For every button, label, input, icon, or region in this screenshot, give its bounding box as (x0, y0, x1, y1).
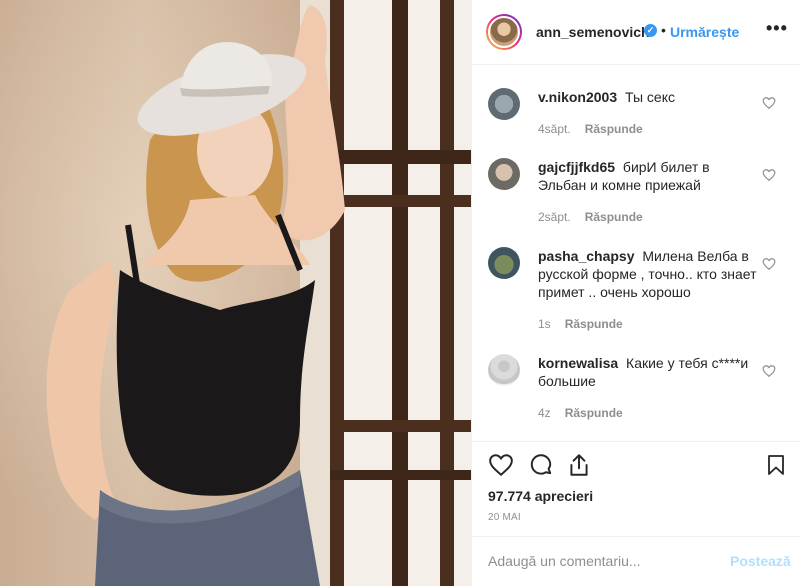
share-icon[interactable] (566, 452, 592, 478)
heart-icon[interactable] (762, 168, 776, 182)
reply-button[interactable]: Răspunde (585, 122, 643, 136)
comment-bubble-icon[interactable] (528, 452, 554, 478)
post-header: ann_semenovich ✓ • Urmărește ••• (472, 0, 800, 65)
comment-meta: 4săpt. Răspunde (538, 122, 643, 136)
post-comment-button[interactable]: Postează (730, 553, 791, 569)
reply-button[interactable]: Răspunde (565, 406, 623, 420)
commenter-avatar[interactable] (488, 354, 520, 386)
comment-text: Ты секс (625, 89, 675, 105)
post-actions: 97.774 aprecieri 20 MAI Adaugă un coment… (472, 441, 800, 586)
bookmark-icon[interactable] (764, 452, 788, 478)
comment-body: gajcfjjfkd65 бирИ билет в Эльбан и комне… (538, 158, 760, 194)
commenter-avatar[interactable] (488, 247, 520, 279)
comment-username[interactable]: gajcfjjfkd65 (538, 159, 615, 175)
follow-button[interactable]: Urmărește (670, 24, 739, 40)
comment-username[interactable]: pasha_chapsy (538, 248, 635, 264)
comment-time[interactable]: 4săpt. (538, 122, 571, 136)
post-photo[interactable] (0, 0, 471, 586)
comment-time[interactable]: 4z (538, 406, 551, 420)
commenter-avatar[interactable] (488, 88, 520, 120)
comment-meta: 2săpt. Răspunde (538, 210, 643, 224)
reply-button[interactable]: Răspunde (565, 317, 623, 331)
author-avatar[interactable] (486, 14, 522, 50)
likes-count[interactable]: 97.774 aprecieri (488, 488, 593, 504)
comment-meta: 1s Răspunde (538, 317, 623, 331)
reply-button[interactable]: Răspunde (585, 210, 643, 224)
comment-time[interactable]: 1s (538, 317, 551, 331)
comment-body: pasha_chapsy Милена Велба в русской форм… (538, 247, 760, 301)
comment-meta: 4z Răspunde (538, 406, 623, 420)
commenter-avatar[interactable] (488, 158, 520, 190)
author-username[interactable]: ann_semenovich (536, 24, 650, 40)
post-date[interactable]: 20 MAI (488, 512, 521, 523)
comment-time[interactable]: 2săpt. (538, 210, 571, 224)
comment-body: v.nikon2003 Ты секс (538, 88, 760, 106)
heart-icon[interactable] (762, 257, 776, 271)
comment-input[interactable]: Adaugă un comentariu... (488, 553, 641, 569)
heart-icon[interactable] (762, 364, 776, 378)
like-heart-icon[interactable] (488, 452, 514, 478)
comment-username[interactable]: v.nikon2003 (538, 89, 617, 105)
photo-illustration (46, 0, 471, 586)
verified-badge-icon: ✓ (644, 24, 657, 37)
header-separator: • (661, 22, 666, 38)
comment-body: kornewalisa Какие у тебя с****и большие (538, 354, 760, 390)
more-options-icon[interactable]: ••• (766, 18, 788, 39)
add-comment-bar: Adaugă un comentariu... Postează (472, 536, 800, 586)
heart-icon[interactable] (762, 96, 776, 110)
post-side-panel: ann_semenovich ✓ • Urmărește ••• v.nikon… (471, 0, 800, 586)
comment-username[interactable]: kornewalisa (538, 355, 618, 371)
comments-list[interactable]: v.nikon2003 Ты секс 4săpt. Răspunde gajcf… (472, 66, 800, 441)
